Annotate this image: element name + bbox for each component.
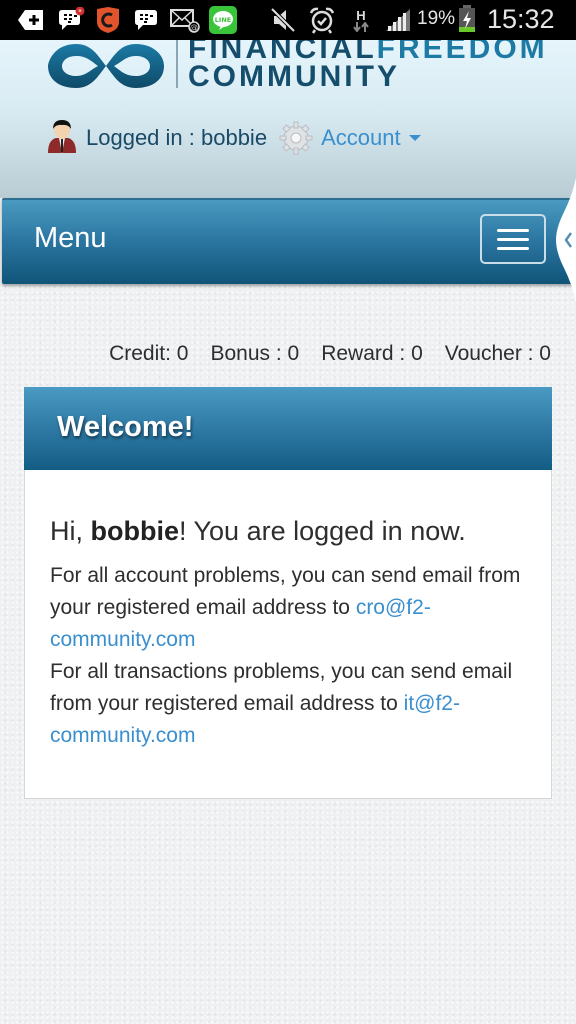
bbm-icon: [132, 6, 160, 34]
logged-in-label: Logged in : bobbie: [86, 125, 268, 150]
hamburger-icon-line: [497, 228, 529, 232]
email-icon: @: [170, 6, 200, 34]
svg-text:LINE: LINE: [215, 16, 231, 24]
hamburger-icon-line: [497, 237, 529, 241]
voucher-balance: Voucher : 0: [444, 342, 551, 365]
user-avatar-icon: [46, 118, 78, 159]
svg-text:*: *: [78, 8, 82, 16]
signal-icon: [384, 6, 412, 34]
welcome-panel-header: Welcome!: [24, 387, 552, 470]
bbm-chat-icon: *: [56, 6, 86, 34]
site-header: FINANCIALFREEDOM COMMUNITY Logged in : b…: [0, 40, 576, 198]
logo-text-line2: COMMUNITY: [188, 60, 400, 93]
credit-balance: Credit: 0: [109, 342, 189, 365]
security-app-icon: [94, 6, 122, 34]
caret-down-icon: [408, 135, 421, 141]
menu-label: Menu: [34, 222, 107, 254]
alarm-icon: [308, 6, 336, 34]
battery-percent: 19%: [417, 8, 456, 29]
hamburger-icon-line: [497, 246, 529, 250]
data-hspa-icon: H: [350, 6, 372, 34]
welcome-panel-body: Hi, bobbie! You are logged in now. For a…: [24, 470, 552, 799]
svg-text:@: @: [190, 23, 198, 32]
mute-icon: [270, 6, 296, 34]
menu-toggle-button[interactable]: [480, 214, 546, 264]
battery-charging-icon: [456, 5, 478, 34]
transactions-problems-text: For all transactions problems, you can s…: [50, 656, 526, 752]
account-label: Account: [321, 125, 401, 150]
account-problems-text: For all account problems, you can send e…: [50, 560, 526, 656]
user-info: Logged in : bobbie Account: [46, 118, 421, 158]
greeting-suffix: ! You are logged in now.: [179, 516, 466, 546]
menu-bar: Menu: [2, 198, 576, 284]
account-problems-label: For all account problems, you can send e…: [50, 564, 521, 619]
greeting-username: bobbie: [90, 516, 180, 546]
account-dropdown[interactable]: Account: [321, 125, 421, 151]
welcome-panel: Welcome! Hi, bobbie! You are logged in n…: [24, 387, 552, 799]
welcome-title: Welcome!: [57, 411, 194, 443]
data-type-label: H: [356, 7, 366, 23]
greeting-prefix: Hi,: [50, 516, 91, 546]
bonus-balance: Bonus : 0: [210, 342, 300, 365]
side-drawer-handle[interactable]: [552, 178, 576, 302]
clock: 15:32: [487, 4, 555, 34]
line-app-icon: LINE: [208, 6, 238, 34]
logo[interactable]: FINANCIALFREEDOM COMMUNITY: [0, 40, 576, 98]
status-bar: * @ LINE H 19% 15:32: [0, 0, 576, 40]
gear-icon[interactable]: [279, 121, 313, 155]
greeting: Hi, bobbie! You are logged in now.: [50, 514, 526, 548]
reward-balance: Reward : 0: [321, 342, 423, 365]
logo-word-freedom: FREEDOM: [376, 40, 548, 65]
add-notification-icon: [16, 6, 46, 34]
balances-row: Credit: 0 Bonus : 0 Reward : 0 Voucher :…: [109, 342, 551, 366]
logo-divider: [176, 40, 178, 88]
infinity-logo-icon: [48, 44, 164, 88]
